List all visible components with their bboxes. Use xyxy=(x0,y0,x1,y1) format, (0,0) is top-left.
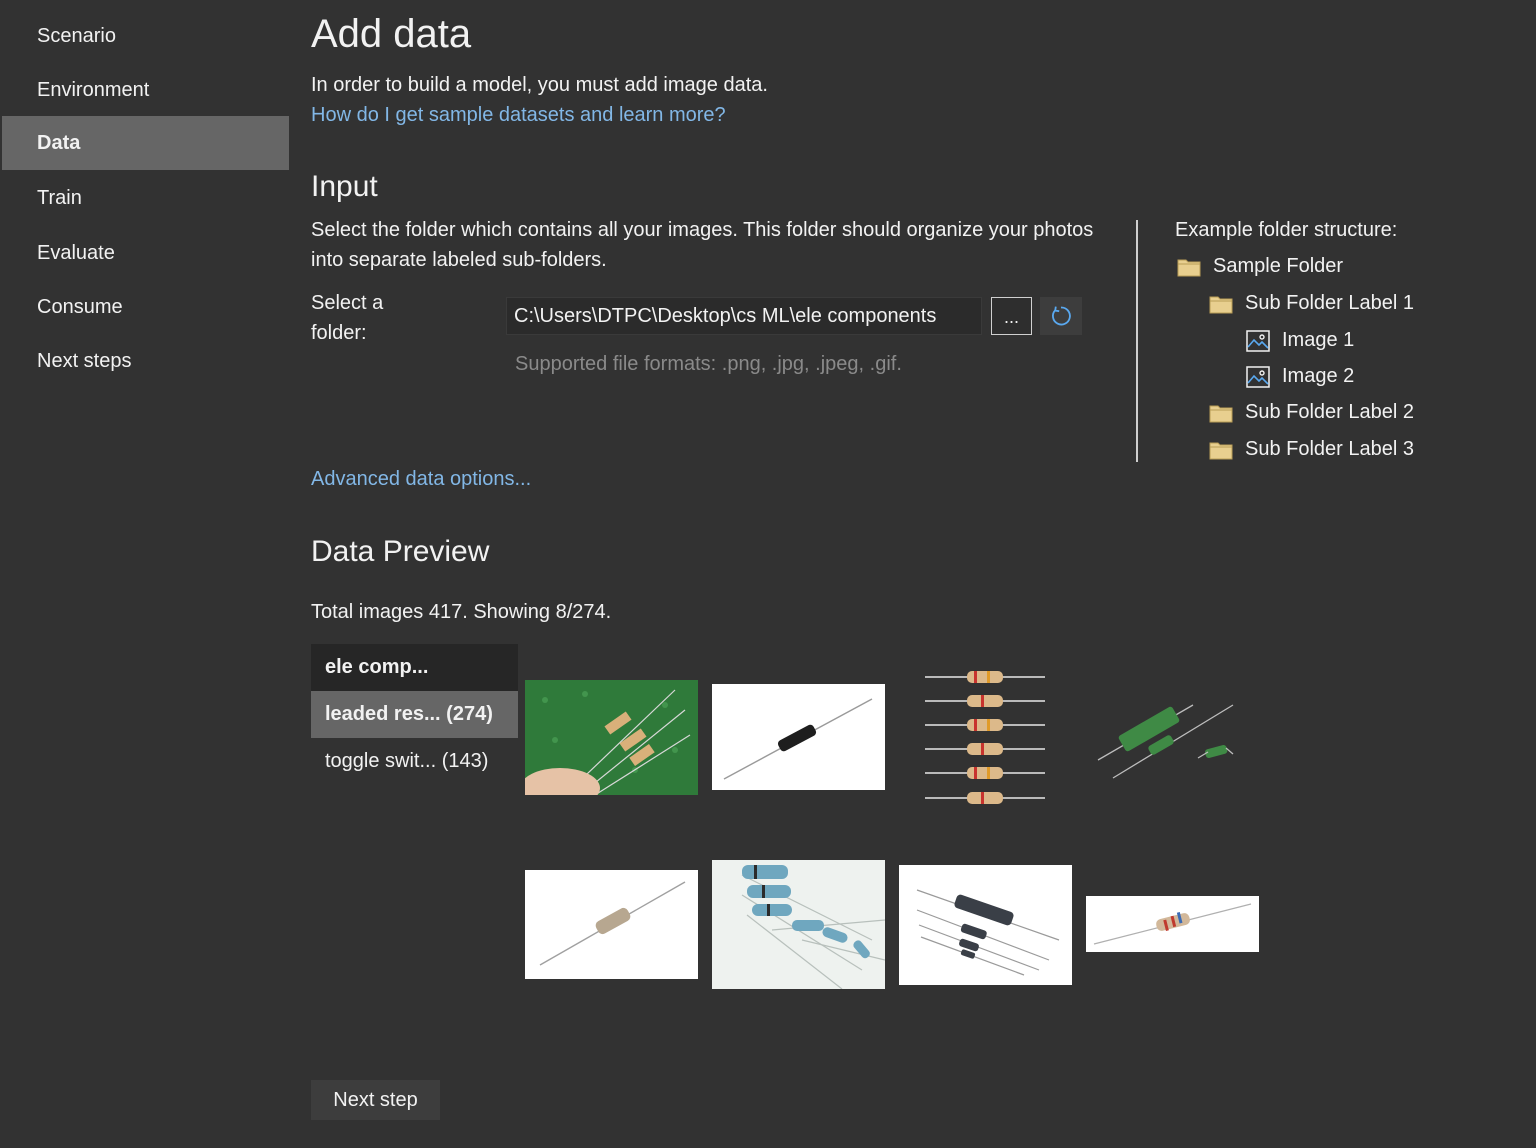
sidebar: Scenario Environment Data Train Evaluate… xyxy=(0,0,290,1148)
intro-text: In order to build a model, you must add … xyxy=(311,74,768,96)
folder-item-toggle-switches[interactable]: toggle swit... (143) xyxy=(311,738,518,785)
nav-item-consume[interactable]: Consume xyxy=(2,280,289,334)
section-divider xyxy=(1136,220,1138,462)
preview-thumbnail[interactable] xyxy=(911,665,1059,810)
tree-item-image-2: Image 2 xyxy=(1246,365,1354,388)
tree-item-label: Sample Folder xyxy=(1213,255,1344,277)
preview-thumbnail[interactable] xyxy=(712,860,885,989)
nav-item-data[interactable]: Data xyxy=(2,116,289,170)
preview-thumbnail[interactable] xyxy=(525,680,698,795)
image-icon xyxy=(1246,329,1270,352)
tree-item-label: Sub Folder Label 3 xyxy=(1245,438,1415,460)
preview-thumbnail[interactable] xyxy=(1086,896,1259,952)
data-preview-heading: Data Preview xyxy=(311,535,490,568)
folder-icon xyxy=(1209,296,1233,313)
tree-item-sub-folder-1: Sub Folder Label 1 xyxy=(1209,292,1414,315)
input-description-line1: Select the folder which contains all you… xyxy=(311,219,1094,241)
folder-item-leaded-resistors[interactable]: leaded res... (274) xyxy=(311,691,518,738)
tree-item-sub-folder-3: Sub Folder Label 3 xyxy=(1209,438,1414,461)
refresh-icon xyxy=(1052,306,1071,326)
nav-item-train[interactable]: Train xyxy=(2,171,289,225)
advanced-data-options-link[interactable]: Advanced data options... xyxy=(311,468,531,491)
folder-icon xyxy=(1209,442,1233,459)
tree-item-image-1: Image 1 xyxy=(1246,329,1354,352)
folder-icon xyxy=(1209,405,1233,422)
tree-item-label: Sub Folder Label 1 xyxy=(1245,292,1415,314)
nav-item-evaluate[interactable]: Evaluate xyxy=(2,226,289,280)
tree-item-label: Image 1 xyxy=(1282,329,1355,351)
browse-button[interactable]: ... xyxy=(991,297,1032,335)
nav-item-next-steps[interactable]: Next steps xyxy=(2,334,289,388)
tree-item-sub-folder-2: Sub Folder Label 2 xyxy=(1209,401,1414,424)
preview-thumbnail[interactable] xyxy=(712,684,885,790)
supported-formats-hint: Supported file formats: .png, .jpg, .jpe… xyxy=(515,353,902,375)
preview-thumbnail[interactable] xyxy=(525,870,698,979)
help-link[interactable]: How do I get sample datasets and learn m… xyxy=(311,104,726,127)
refresh-button[interactable] xyxy=(1040,297,1082,335)
tree-item-label: Sub Folder Label 2 xyxy=(1245,401,1415,423)
tree-item-label: Image 2 xyxy=(1282,365,1355,387)
label-folder-list: ele comp... leaded res... (274) toggle s… xyxy=(311,644,518,785)
preview-thumbnail[interactable] xyxy=(899,865,1072,985)
preview-summary: Total images 417. Showing 8/274. xyxy=(311,601,612,623)
next-step-button[interactable]: Next step xyxy=(311,1080,440,1120)
folder-icon xyxy=(1177,259,1201,276)
image-icon xyxy=(1246,365,1270,388)
nav-item-environment[interactable]: Environment xyxy=(2,63,289,117)
input-description-line2: into separate labeled sub-folders. xyxy=(311,249,607,271)
nav-item-scenario[interactable]: Scenario xyxy=(2,9,289,63)
preview-thumbnail[interactable] xyxy=(1093,690,1248,785)
folder-list-header: ele comp... xyxy=(311,644,518,691)
tree-item-sample-folder: Sample Folder xyxy=(1177,255,1343,278)
folder-path-input[interactable]: C:\Users\DTPC\Desktop\cs ML\ele componen… xyxy=(506,297,982,335)
page-title: Add data xyxy=(311,12,472,56)
example-structure-heading: Example folder structure: xyxy=(1175,219,1398,241)
main-content: Add data In order to build a model, you … xyxy=(311,0,1536,1148)
folder-label-line1: Select a xyxy=(311,292,384,314)
input-heading: Input xyxy=(311,170,378,203)
folder-label-line2: folder: xyxy=(311,322,367,344)
